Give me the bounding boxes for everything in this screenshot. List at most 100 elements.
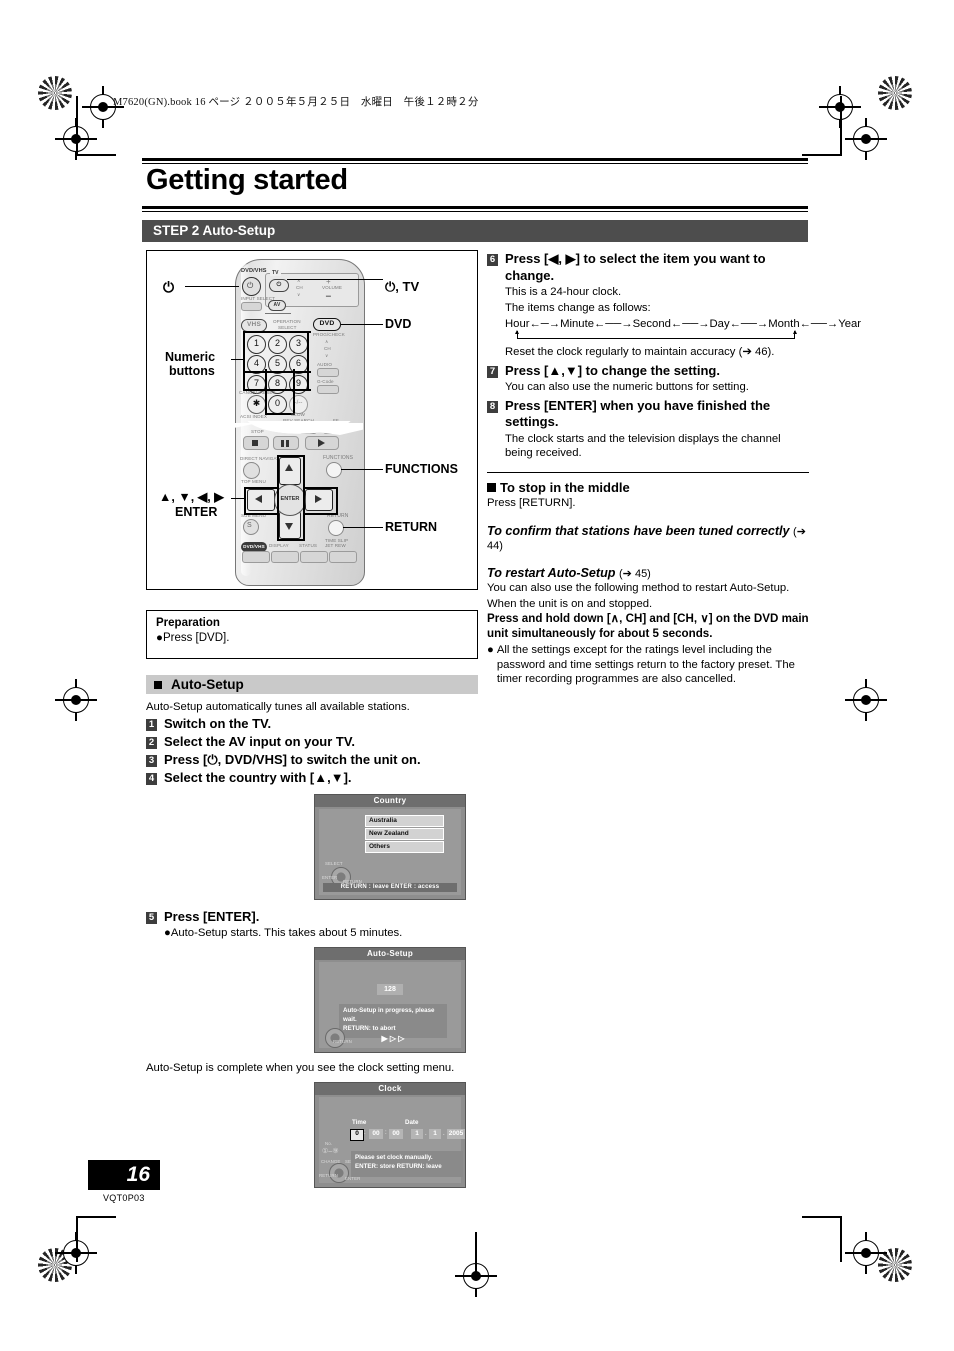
- osd-clock-numeric-icon: ①–⑨: [322, 1148, 339, 1155]
- crop-target-ml: [55, 679, 97, 721]
- remote-functions-button[interactable]: [326, 462, 342, 478]
- osd-clock-colon-1: :: [364, 1130, 366, 1136]
- numeric-highlight-c: [265, 369, 295, 415]
- pause-icon-2: [286, 440, 289, 447]
- remote-bottom-button-2[interactable]: [271, 551, 299, 563]
- callout-enter: ENTER: [175, 505, 218, 519]
- step-item-2: 2 Select the AV input on your TV.: [146, 734, 478, 750]
- osd-autosetup-message-line2: RETURN: to abort: [343, 1025, 396, 1032]
- confirm-heading-text: To confirm that stations have been tuned…: [487, 524, 790, 538]
- step-number: 7: [487, 365, 498, 378]
- step-text: Press [ENTER].: [164, 909, 260, 924]
- osd-country-title: Country: [315, 795, 465, 807]
- step8-line1: The clock starts and the television disp…: [505, 432, 781, 460]
- auto-setup-step5: 5 Press [ENTER]. ●Auto-Setup starts. Thi…: [146, 909, 478, 939]
- auto-setup-steps: 1 Switch on the TV. 2 Select the AV inpu…: [146, 716, 478, 786]
- remote-label-dvd-vhs: DVD/VHS: [241, 268, 267, 274]
- remote-av-button[interactable]: AV: [268, 300, 286, 311]
- osd-clock-message-line1: Please set clock manually.: [355, 1154, 433, 1161]
- osd-autosetup-dpad-icon: [325, 1028, 345, 1048]
- osd-country-item-others[interactable]: Others: [365, 841, 444, 853]
- osd-autosetup-return-label: RETURN: [333, 1039, 352, 1044]
- remote-tv-power-button[interactable]: ⏻: [269, 279, 289, 292]
- stop-middle-line1: Press [RETURN].: [487, 496, 576, 509]
- step-item-5: 5 Press [ENTER].: [146, 909, 478, 925]
- step-number: 8: [487, 400, 498, 413]
- step-heading: Press [ENTER] when you have finished the…: [505, 397, 771, 430]
- step-text: Select the AV input on your TV.: [164, 734, 355, 749]
- crop-line: [76, 1216, 78, 1262]
- dpad-highlight-right: [303, 487, 338, 515]
- remote-audio-button[interactable]: [317, 368, 339, 377]
- callout-power-tv: ⏻, TV: [385, 279, 420, 294]
- step5-sub: ●Auto-Setup starts. This takes about 5 m…: [164, 927, 403, 939]
- osd-country-enter-label: ENTER: [322, 875, 338, 880]
- auto-setup-intro: Auto-Setup automatically tunes all avail…: [146, 701, 410, 713]
- osd-autosetup-message: Auto-Setup in progress, please wait. RET…: [339, 1004, 447, 1043]
- osd-country-screen: Country Australia New Zealand Others SEL…: [314, 794, 466, 900]
- auto-setup-section-bar: Auto-Setup: [146, 675, 478, 694]
- osd-clock-title: Clock: [315, 1083, 465, 1095]
- remote-key-star[interactable]: ✱: [247, 395, 266, 414]
- remote-label-stop: STOP: [251, 429, 264, 434]
- callout-functions: FUNCTIONS: [385, 462, 458, 476]
- title-rule-bottom: [142, 206, 808, 212]
- osd-country-item-australia[interactable]: Australia: [365, 815, 444, 827]
- registration-rosette-tl: [38, 76, 72, 110]
- osd-clock-day[interactable]: 1: [411, 1129, 423, 1139]
- page-number: 16: [126, 1163, 150, 1186]
- osd-clock-screen: Clock Time Date 0 : 00 : 00 1 . 1 . 2005…: [314, 1082, 466, 1188]
- callout-lead-functions: [341, 469, 383, 471]
- crop-line: [76, 1216, 116, 1218]
- step-number: 5: [146, 912, 157, 924]
- remote-label-acsi-index: ACSI INDEX: [240, 414, 268, 419]
- remote-dvd-button[interactable]: DVD: [313, 318, 341, 331]
- osd-clock-month[interactable]: 1: [429, 1129, 441, 1139]
- restart-heading: To restart Auto-Setup (➔ 45): [487, 566, 809, 580]
- manual-page: M7620(GN).book 16 ページ ２００５年５月２５日 水曜日 午後１…: [0, 0, 954, 1351]
- remote-control-illustration: DVD/VHS ⏻ TV ⏻ ∧ CH ∨ + VOLUME ━ INPUT S…: [146, 250, 478, 590]
- osd-country-select-label: SELECT: [325, 861, 343, 866]
- power-icon: ⏻: [247, 281, 254, 290]
- left-column: DVD/VHS ⏻ TV ⏻ ∧ CH ∨ + VOLUME ━ INPUT S…: [146, 250, 478, 1188]
- step-item-1: 1 Switch on the TV.: [146, 716, 478, 732]
- remote-bottom-button-1[interactable]: [242, 551, 270, 563]
- restart-page-ref[interactable]: (➔ 45): [619, 568, 651, 580]
- callout-lead-numeric: [231, 359, 245, 361]
- callout-arrows: ▲, ▼, ◀, ▶: [159, 490, 224, 504]
- restart-line2: When the unit is on and stopped.: [487, 597, 653, 610]
- right-column: 6 Press [◀, ▶] to select the item you wa…: [487, 250, 861, 687]
- remote-gcode-button[interactable]: [317, 385, 339, 394]
- stop-middle-heading-text: To stop in the middle: [500, 479, 630, 495]
- osd-clock-dot-1: .: [425, 1131, 427, 1137]
- callout-lead-return: [343, 527, 383, 529]
- step7-line1: You can also use the numeric buttons for…: [505, 381, 749, 393]
- remote-return-button[interactable]: [328, 520, 344, 536]
- sub-menu-s-icon: S: [247, 522, 252, 529]
- step-number: 6: [487, 254, 498, 266]
- remote-bottom-button-3[interactable]: [300, 551, 328, 563]
- pause-icon: [281, 440, 284, 447]
- crop-line: [840, 1216, 842, 1262]
- osd-autosetup-screen: Auto-Setup 128 Auto-Setup in progress, p…: [314, 947, 466, 1053]
- osd-country-item-new-zealand[interactable]: New Zealand: [365, 828, 444, 840]
- crop-line: [76, 96, 78, 156]
- osd-clock-year[interactable]: 2005: [447, 1129, 465, 1139]
- preparation-box: Preparation ●Press [DVD].: [146, 610, 478, 659]
- crop-line: [475, 1232, 477, 1272]
- crop-line: [76, 154, 116, 156]
- document-code: VQT0P03: [103, 1193, 145, 1203]
- osd-clock-second[interactable]: 00: [389, 1129, 403, 1139]
- callout-lead-dvd: [341, 324, 383, 326]
- osd-clock-minute[interactable]: 00: [369, 1129, 383, 1139]
- remote-input-select-button[interactable]: [241, 302, 262, 311]
- remote-direct-navigator-button[interactable]: [243, 462, 260, 479]
- step-number: 4: [146, 773, 157, 785]
- osd-clock-hour[interactable]: 0: [350, 1129, 364, 1141]
- right-step-6: 6 Press [◀, ▶] to select the item you wa…: [487, 251, 809, 284]
- osd-country-footer: RETURN : leave ENTER : access: [323, 883, 457, 892]
- remote-bottom-button-4[interactable]: [329, 551, 357, 563]
- step-text: Press [⏻, DVD/VHS] to switch the unit on…: [164, 752, 421, 767]
- osd-autosetup-title: Auto-Setup: [315, 948, 465, 960]
- remote-label-gcode: G-Code: [317, 379, 334, 384]
